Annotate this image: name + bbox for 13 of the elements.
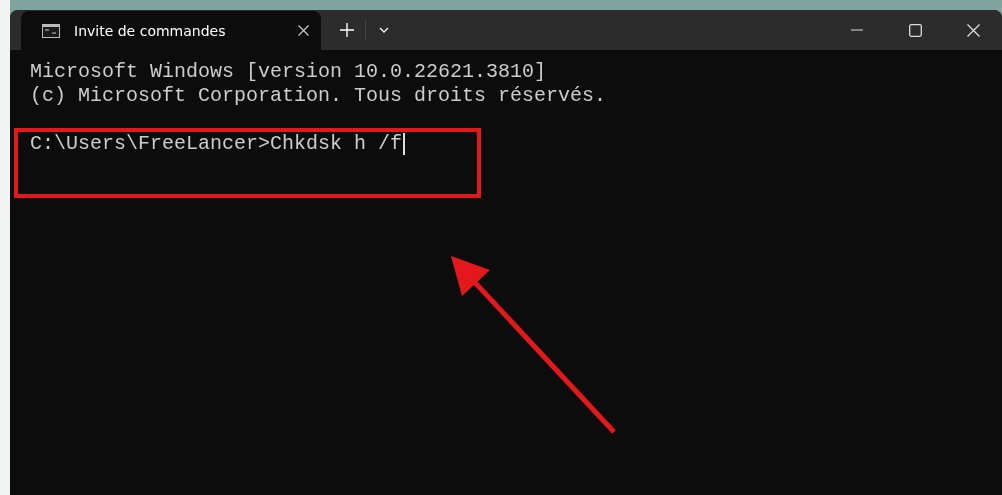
tab[interactable]: Invite de commandes	[21, 11, 321, 50]
maximize-icon	[908, 23, 922, 37]
tab-title: Invite de commandes	[74, 22, 227, 39]
minimize-icon	[851, 29, 863, 31]
chevron-down-icon	[379, 27, 389, 33]
text-cursor	[403, 133, 405, 155]
terminal-icon	[42, 23, 60, 38]
close-icon	[966, 23, 980, 37]
command-line: C:\Users\FreeLancer>Chkdsk h /f	[30, 132, 403, 156]
plus-icon	[340, 23, 354, 37]
output-line: Microsoft Windows [version 10.0.22621.3810]	[30, 60, 547, 84]
close-icon[interactable]	[298, 25, 309, 36]
output-line: (c) Microsoft Corporation. Tous droits réservés.	[30, 84, 607, 108]
